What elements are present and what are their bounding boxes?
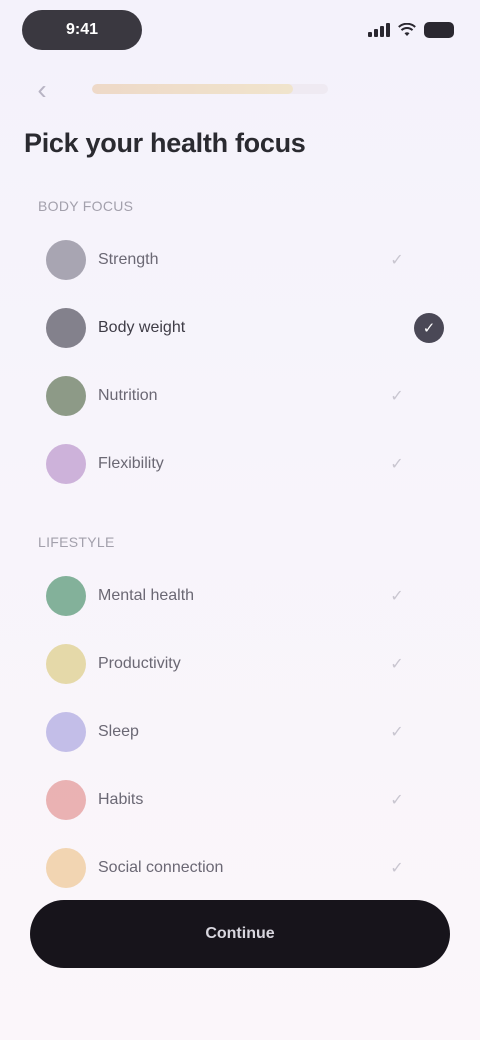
- scale-icon: [46, 308, 86, 348]
- stretch-icon: [46, 444, 86, 484]
- item-label: Mental health: [98, 587, 195, 604]
- list-item[interactable]: Mental health ✓: [30, 566, 430, 626]
- status-bar: 9:41: [0, 0, 480, 64]
- signal-icon: [368, 23, 390, 37]
- heart-icon: [46, 780, 86, 820]
- battery-icon: [424, 22, 454, 38]
- item-label: Social connection: [98, 859, 224, 876]
- item-label: Productivity: [98, 655, 181, 672]
- leaf-icon: [46, 376, 86, 416]
- brain-icon: [46, 576, 86, 616]
- progress-fill: [92, 84, 293, 94]
- list-item[interactable]: Sleep ✓: [30, 702, 430, 762]
- list-item[interactable]: Body weight ✓: [30, 298, 444, 358]
- check-icon[interactable]: ✓: [386, 789, 408, 811]
- back-button[interactable]: ‹: [22, 70, 62, 110]
- progress-bar: [92, 84, 328, 94]
- item-label: Strength: [98, 251, 159, 268]
- check-icon[interactable]: ✓: [386, 585, 408, 607]
- page-title: Pick your health focus: [24, 128, 306, 158]
- list-item[interactable]: Strength ✓: [30, 230, 430, 290]
- item-label: Flexibility: [98, 455, 164, 472]
- check-icon[interactable]: ✓: [414, 313, 444, 343]
- item-label: Habits: [98, 791, 144, 808]
- chevron-left-icon: ‹: [37, 74, 47, 105]
- nav-row: ‹: [22, 70, 458, 110]
- check-icon[interactable]: ✓: [386, 653, 408, 675]
- list-item[interactable]: Flexibility ✓: [30, 434, 430, 494]
- list-item[interactable]: Nutrition ✓: [30, 366, 430, 426]
- people-icon: [46, 848, 86, 888]
- item-label: Nutrition: [98, 387, 158, 404]
- check-icon[interactable]: ✓: [386, 385, 408, 407]
- item-label: Body weight: [98, 319, 186, 336]
- status-time: 9:41: [22, 10, 142, 50]
- check-icon[interactable]: ✓: [386, 721, 408, 743]
- section-label-lifestyle: LIFESTYLE: [38, 534, 115, 550]
- moon-icon: [46, 712, 86, 752]
- bolt-icon: [46, 644, 86, 684]
- check-icon[interactable]: ✓: [386, 857, 408, 879]
- dumbbell-icon: [46, 240, 86, 280]
- list-item[interactable]: Habits ✓: [30, 770, 430, 830]
- check-icon[interactable]: ✓: [386, 249, 408, 271]
- check-icon[interactable]: ✓: [386, 453, 408, 475]
- section-label-body: BODY FOCUS: [38, 198, 134, 214]
- wifi-icon: [398, 23, 416, 36]
- status-icons: [368, 20, 454, 40]
- continue-button[interactable]: Continue: [30, 900, 450, 968]
- list-item[interactable]: Social connection ✓: [30, 838, 430, 898]
- item-label: Sleep: [98, 723, 139, 740]
- list-item[interactable]: Productivity ✓: [30, 634, 430, 694]
